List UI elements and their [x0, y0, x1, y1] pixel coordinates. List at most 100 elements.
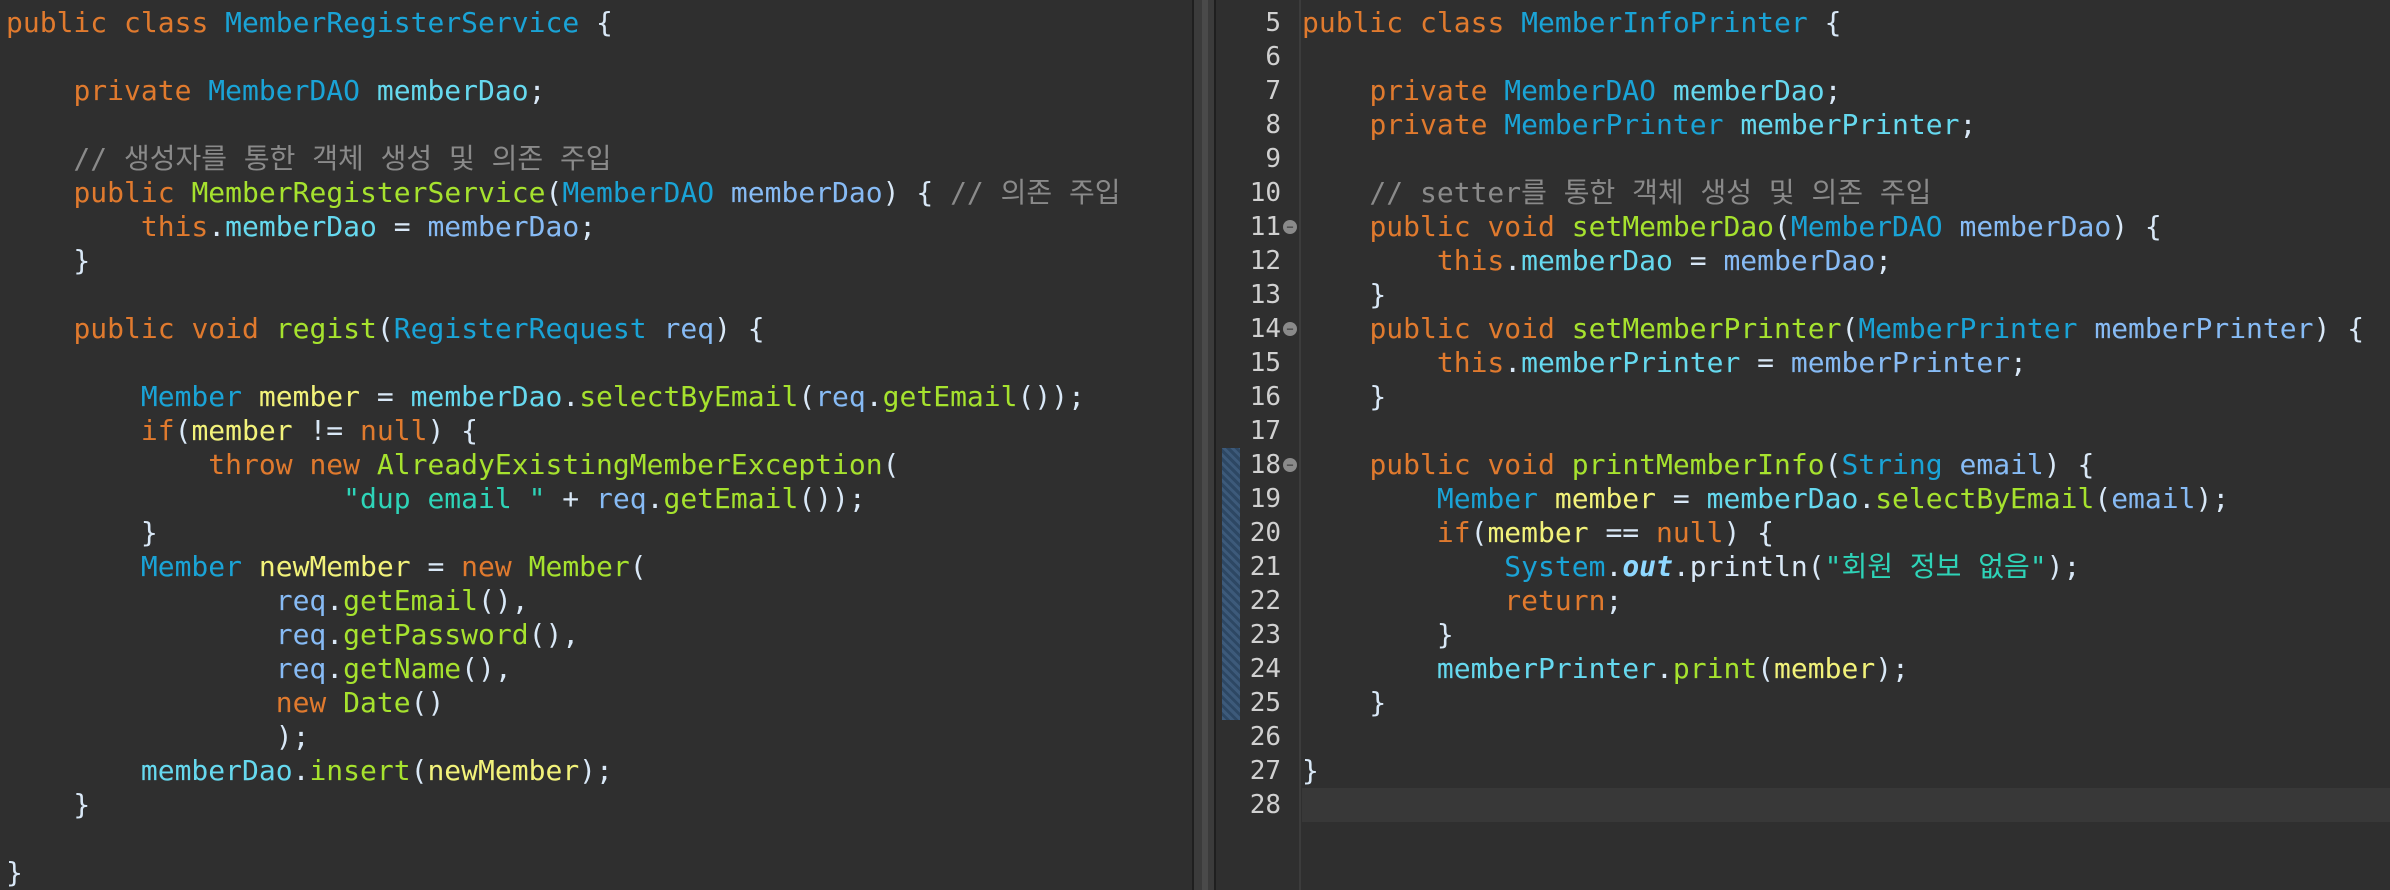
code-token: throw: [208, 448, 310, 481]
code-line[interactable]: "dup email " + req.getEmail());: [6, 482, 1121, 516]
code-line[interactable]: public void setMemberPrinter(MemberPrint…: [1302, 312, 2364, 346]
code-line[interactable]: }: [1302, 686, 2364, 720]
code-token: member: [258, 380, 361, 413]
code-line[interactable]: }: [6, 856, 1121, 890]
code-token: (),: [461, 652, 512, 685]
code-line[interactable]: [6, 822, 1121, 856]
code-token: MemberRegisterService: [225, 6, 580, 39]
code-line[interactable]: System.out.println("회원 정보 없음");: [1302, 550, 2364, 584]
code-token: memberPrinter: [1436, 652, 1657, 685]
code-token: MemberDAO: [562, 176, 731, 209]
code-token: getEmail: [882, 380, 1018, 413]
code-line[interactable]: if(member != null) {: [6, 414, 1121, 448]
code-token: this: [1436, 244, 1505, 277]
code-token: (: [410, 754, 428, 787]
code-token: this: [140, 210, 209, 243]
code-token: RegisterRequest: [393, 312, 664, 345]
code-token: newMember: [258, 550, 411, 583]
code-line[interactable]: this.memberDao = memberDao;: [6, 210, 1121, 244]
code-line[interactable]: [6, 108, 1121, 142]
code-line[interactable]: private MemberPrinter memberPrinter;: [1302, 108, 2364, 142]
code-line[interactable]: [1302, 720, 2364, 754]
left-code-area[interactable]: public class MemberRegisterService { pri…: [6, 6, 1121, 890]
fold-collapse-icon[interactable]: −: [1283, 220, 1297, 234]
code-line[interactable]: public void setMemberDao(MemberDAO membe…: [1302, 210, 2364, 244]
right-code-area[interactable]: public class MemberInfoPrinter { private…: [1302, 6, 2364, 822]
code-token: out: [1622, 550, 1673, 583]
code-line[interactable]: [1302, 40, 2364, 74]
code-line[interactable]: }: [1302, 754, 2364, 788]
code-line[interactable]: private MemberDAO memberDao;: [1302, 74, 2364, 108]
fold-collapse-icon[interactable]: −: [1283, 322, 1297, 336]
code-token: );: [579, 754, 613, 787]
code-line[interactable]: Member newMember = new Member(: [6, 550, 1121, 584]
code-line[interactable]: }: [1302, 380, 2364, 414]
code-line[interactable]: public class MemberInfoPrinter {: [1302, 6, 2364, 40]
code-line[interactable]: req.getName(),: [6, 652, 1121, 686]
code-token: MemberPrinter: [1504, 108, 1741, 141]
code-line[interactable]: private MemberDAO memberDao;: [6, 74, 1121, 108]
code-token: .: [326, 652, 344, 685]
code-line[interactable]: }: [6, 788, 1121, 822]
code-token: .: [292, 754, 310, 787]
code-line[interactable]: [1302, 788, 2364, 822]
code-token: new: [275, 686, 344, 719]
code-token: "dup email ": [343, 482, 546, 515]
right-editor-pane[interactable]: 5 6 7 8 9 10 11−12 13 14−15 16 17 18−19 20 21 22 23 24 25…: [1216, 0, 2390, 890]
code-token: .: [646, 482, 664, 515]
line-number: 9: [1265, 144, 1281, 174]
line-number: 25: [1249, 688, 1281, 718]
code-line[interactable]: [1302, 142, 2364, 176]
code-token: private: [1369, 74, 1505, 107]
code-token: // 생성자를 통한 객체 생성 및 의존 주입: [6, 142, 612, 175]
code-token: selectByEmail: [579, 380, 799, 413]
code-line[interactable]: [6, 278, 1121, 312]
left-editor-pane[interactable]: public class MemberRegisterService { pri…: [0, 0, 1192, 890]
code-line[interactable]: public void printMemberInfo(String email…: [1302, 448, 2364, 482]
code-line[interactable]: req.getEmail(),: [6, 584, 1121, 618]
code-line[interactable]: }: [6, 244, 1121, 278]
code-line[interactable]: req.getPassword(),: [6, 618, 1121, 652]
code-token: memberDao: [1706, 482, 1859, 515]
code-token: .: [1504, 244, 1522, 277]
code-token: .: [208, 210, 226, 243]
code-line[interactable]: memberDao.insert(newMember);: [6, 754, 1121, 788]
code-token: getName: [343, 652, 462, 685]
line-number: 7: [1265, 76, 1281, 106]
code-line[interactable]: }: [6, 516, 1121, 550]
code-line[interactable]: throw new AlreadyExistingMemberException…: [6, 448, 1121, 482]
code-token: (),: [478, 584, 529, 617]
line-number: 26: [1249, 722, 1281, 752]
code-line[interactable]: Member member = memberDao.selectByEmail(…: [1302, 482, 2364, 516]
code-line[interactable]: memberPrinter.print(member);: [1302, 652, 2364, 686]
code-line[interactable]: new Date(): [6, 686, 1121, 720]
code-line[interactable]: Member member = memberDao.selectByEmail(…: [6, 380, 1121, 414]
code-line[interactable]: this.memberPrinter = memberPrinter;: [1302, 346, 2364, 380]
code-token: void: [191, 312, 276, 345]
code-line[interactable]: }: [1302, 618, 2364, 652]
code-token: .: [1504, 346, 1522, 379]
code-line[interactable]: return;: [1302, 584, 2364, 618]
code-line[interactable]: [1302, 414, 2364, 448]
code-line[interactable]: [6, 40, 1121, 74]
code-line[interactable]: [6, 346, 1121, 380]
code-line[interactable]: }: [1302, 278, 2364, 312]
code-line[interactable]: public void regist(RegisterRequest req) …: [6, 312, 1121, 346]
code-token: ==: [1588, 516, 1657, 549]
code-line[interactable]: this.memberDao = memberDao;: [1302, 244, 2364, 278]
code-token: .: [1858, 482, 1876, 515]
code-token: null: [1656, 516, 1724, 549]
code-line[interactable]: );: [6, 720, 1121, 754]
code-line[interactable]: public MemberRegisterService(MemberDAO m…: [6, 176, 1120, 210]
code-token: .: [1605, 550, 1623, 583]
code-line[interactable]: if(member == null) {: [1302, 516, 2364, 550]
code-line[interactable]: // 생성자를 통한 객체 생성 및 의존 주입: [6, 142, 1121, 176]
fold-collapse-icon[interactable]: −: [1283, 458, 1297, 472]
code-line[interactable]: public class MemberRegisterService {: [6, 6, 1121, 40]
split-grip[interactable]: [1202, 0, 1208, 890]
split-divider[interactable]: [1192, 0, 1216, 890]
code-line[interactable]: // setter를 통한 객체 생성 및 의존 주입: [1302, 176, 2364, 210]
